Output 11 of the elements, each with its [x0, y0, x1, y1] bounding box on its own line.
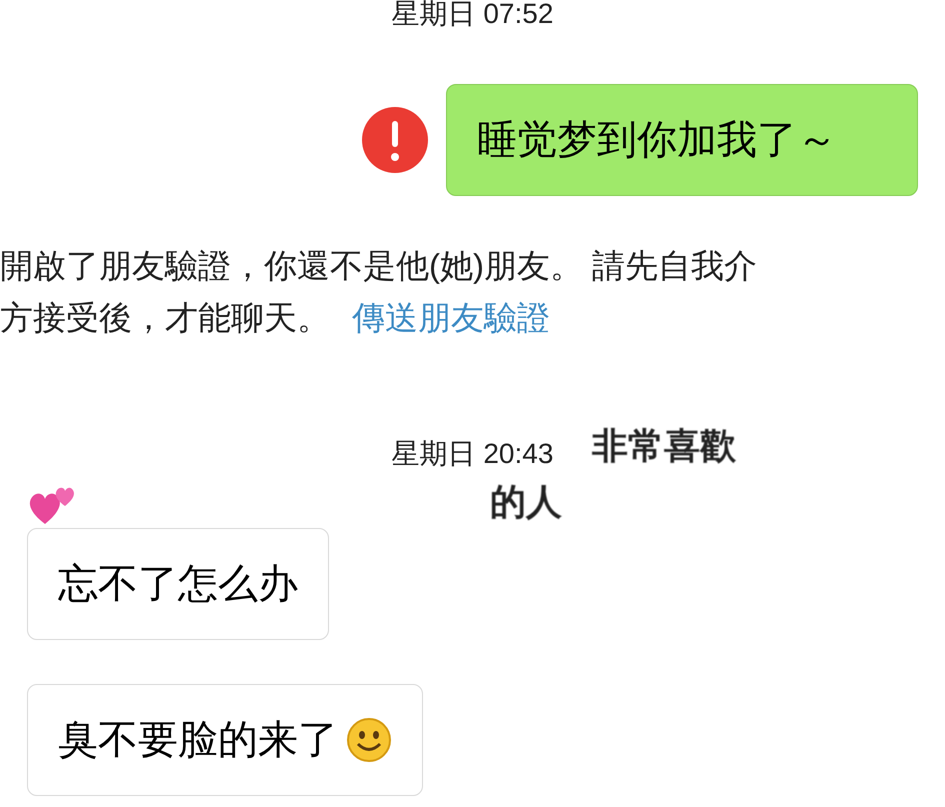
send-verification-link[interactable]: 傳送朋友驗證: [352, 292, 550, 344]
error-icon[interactable]: [362, 107, 428, 173]
sent-message-bubble: 睡觉梦到你加我了～: [446, 84, 918, 196]
system-notice-text: 開啟了朋友驗證，你還不是他(她)朋友。 請先自我介: [0, 246, 758, 286]
timestamp: 星期日 07:52: [392, 0, 554, 28]
received-message-bubble: 忘不了怎么办: [27, 528, 329, 640]
received-message-bubble: 臭不要脸的来了: [27, 684, 423, 796]
timestamp: 星期日 20:43: [392, 440, 554, 468]
system-notice-text: 方接受後，才能聊天。: [0, 298, 330, 338]
overlay-caption: 的人: [490, 480, 563, 525]
overlay-caption: 非常喜歡: [592, 424, 736, 469]
